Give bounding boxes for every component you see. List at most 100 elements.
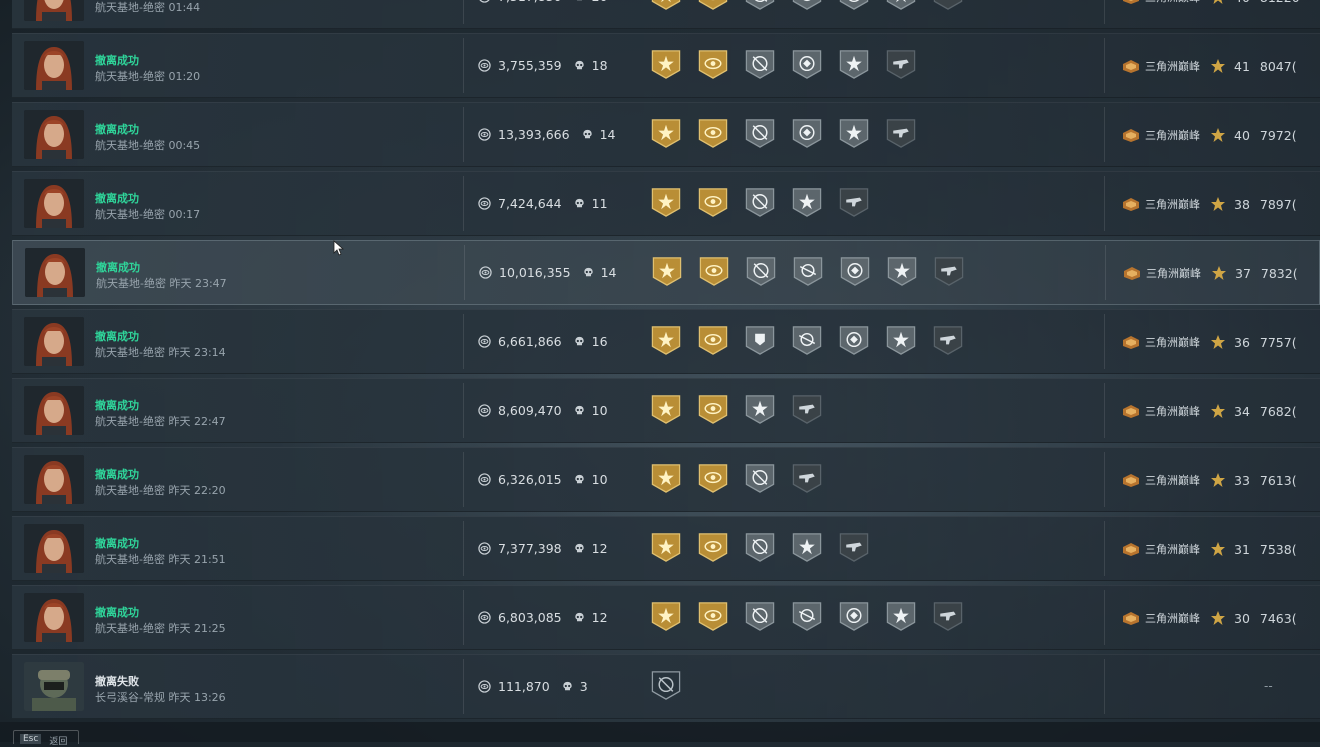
loot-value: 3,755,359 (498, 58, 562, 73)
kill-count: 16 (592, 334, 608, 349)
divider (1104, 521, 1105, 576)
map-and-time: 航天基地-绝密 昨天 21:51 (95, 551, 226, 567)
medal-gray-target-icon (742, 0, 778, 12)
rank-score: 7972( (1260, 128, 1297, 143)
extraction-status: 撤离成功 (95, 121, 139, 137)
rank-info: 三角洲巅峰418047( (1121, 58, 1297, 74)
medal-gold-eye-icon (695, 48, 731, 81)
medal-list (649, 255, 967, 288)
extraction-status: 撤离成功 (95, 535, 139, 551)
operator-avatar (25, 248, 85, 297)
value-stats: 10,016,35514 (479, 265, 616, 280)
divider (463, 107, 464, 162)
kills-group: 14 (581, 127, 616, 142)
medal-gold-star-icon (648, 186, 684, 219)
medal-outline-target-icon (648, 669, 684, 702)
medal-list (648, 669, 684, 702)
medal-gray-helmet-icon (837, 255, 873, 288)
match-row[interactable]: 撤离成功航天基地-绝密 01:203,755,35918三角洲巅峰418047( (12, 33, 1320, 98)
rank-score: 7682( (1260, 404, 1297, 419)
mouse-cursor-icon (333, 240, 345, 256)
match-history-list: 航天基地-绝密 01:447,317,83020三角洲巅峰4081220撤离成功… (12, 0, 1320, 723)
rank-badge-icon (1121, 58, 1141, 74)
operator-avatar (24, 662, 84, 711)
divider (1104, 38, 1105, 93)
rank-badge-icon (1121, 403, 1141, 419)
medal-gold-eye-icon (695, 531, 731, 564)
star-icon (1210, 196, 1226, 212)
medal-list (648, 186, 872, 219)
skull-icon (582, 266, 595, 279)
match-row[interactable]: 撤离成功航天基地-绝密 00:4513,393,66614三角洲巅峰407972… (12, 102, 1320, 167)
divider (463, 314, 464, 369)
medal-gray-shield-icon (742, 324, 778, 357)
divider (1104, 659, 1105, 714)
rank-level: 33 (1234, 473, 1250, 488)
star-icon (1210, 541, 1226, 557)
divider (1104, 383, 1105, 438)
rank-name: 三角洲巅峰 (1145, 334, 1200, 350)
kill-count: 12 (592, 610, 608, 625)
rank-badge-icon (1121, 610, 1141, 626)
medal-gray-star-icon (884, 255, 920, 288)
divider (463, 452, 464, 507)
kill-count: 20 (592, 0, 608, 4)
rank-info: 三角洲巅峰407972( (1121, 127, 1297, 143)
rank-info: 三角洲巅峰377832( (1122, 265, 1298, 281)
medal-gray-target-icon (742, 462, 778, 495)
match-row[interactable]: 撤离成功航天基地-绝密 昨天 22:478,609,47010三角洲巅峰3476… (12, 378, 1320, 443)
divider (1104, 107, 1105, 162)
medal-dark-gun-icon (883, 117, 919, 150)
value-stats: 7,317,830 20 (478, 0, 608, 4)
skull-icon (573, 611, 586, 624)
operator-avatar (24, 455, 84, 504)
extraction-status: 撤离失败 (95, 673, 139, 689)
map-and-time: 航天基地-绝密 01:44 (95, 0, 200, 15)
rank-badge-icon (1121, 334, 1141, 350)
kills-group: 12 (573, 610, 608, 625)
kill-count: 3 (580, 679, 588, 694)
extraction-status: 撤离成功 (95, 52, 139, 68)
rank-badge-icon (1122, 265, 1142, 281)
value-stats: 8,609,47010 (478, 403, 608, 418)
match-row[interactable]: 撤离成功航天基地-绝密 昨天 23:4710,016,35514三角洲巅峰377… (12, 240, 1320, 305)
no-rank-placeholder: -- (1264, 679, 1273, 693)
skull-icon (561, 680, 574, 693)
medal-gold-star-icon (649, 255, 685, 288)
match-row[interactable]: 撤离失败长弓溪谷-常规 昨天 13:26111,8703-- (12, 654, 1320, 719)
medal-gray-star-icon (883, 600, 919, 633)
loot-value: 13,393,666 (498, 127, 570, 142)
operator-avatar (24, 593, 84, 642)
loot-value: 7,317,830 (498, 0, 562, 4)
divider (463, 176, 464, 231)
loot-value: 111,870 (498, 679, 550, 694)
extraction-status: 撤离成功 (95, 328, 139, 344)
match-row[interactable]: 撤离成功航天基地-绝密 昨天 21:517,377,39812三角洲巅峰3175… (12, 516, 1320, 581)
value-stats: 6,326,01510 (478, 472, 608, 487)
match-row[interactable]: 撤离成功航天基地-绝密 昨天 21:256,803,08512三角洲巅峰3074… (12, 585, 1320, 650)
medal-gray-helmet-icon (836, 0, 872, 12)
medal-gold-eye-icon (695, 600, 731, 633)
medal-dark-gun-icon (836, 531, 872, 564)
value-icon (478, 404, 491, 417)
medal-dark-gun-icon (931, 255, 967, 288)
match-row[interactable]: 撤离成功航天基地-绝密 00:177,424,64411三角洲巅峰387897( (12, 171, 1320, 236)
rank-name: 三角洲巅峰 (1145, 58, 1200, 74)
rank-info: 三角洲巅峰387897( (1121, 196, 1297, 212)
match-row[interactable]: 航天基地-绝密 01:447,317,83020三角洲巅峰4081220 (12, 0, 1320, 29)
medal-gold-star-icon (648, 393, 684, 426)
back-label: 返回 (49, 734, 67, 747)
medal-gray-wing-icon (789, 0, 825, 12)
kill-count: 10 (592, 472, 608, 487)
kills-group: 3 (561, 679, 588, 694)
kills-group: 18 (573, 58, 608, 73)
extraction-status: 撤离成功 (96, 259, 140, 275)
match-row[interactable]: 撤离成功航天基地-绝密 昨天 22:206,326,01510三角洲巅峰3376… (12, 447, 1320, 512)
medal-dark-gun-icon (930, 600, 966, 633)
kills-group: 16 (573, 334, 608, 349)
match-row[interactable]: 撤离成功航天基地-绝密 昨天 23:146,661,86616三角洲巅峰3677… (12, 309, 1320, 374)
divider (463, 38, 464, 93)
kill-count: 14 (600, 127, 616, 142)
rank-score: 7897( (1260, 197, 1297, 212)
rank-level: 37 (1235, 266, 1251, 281)
